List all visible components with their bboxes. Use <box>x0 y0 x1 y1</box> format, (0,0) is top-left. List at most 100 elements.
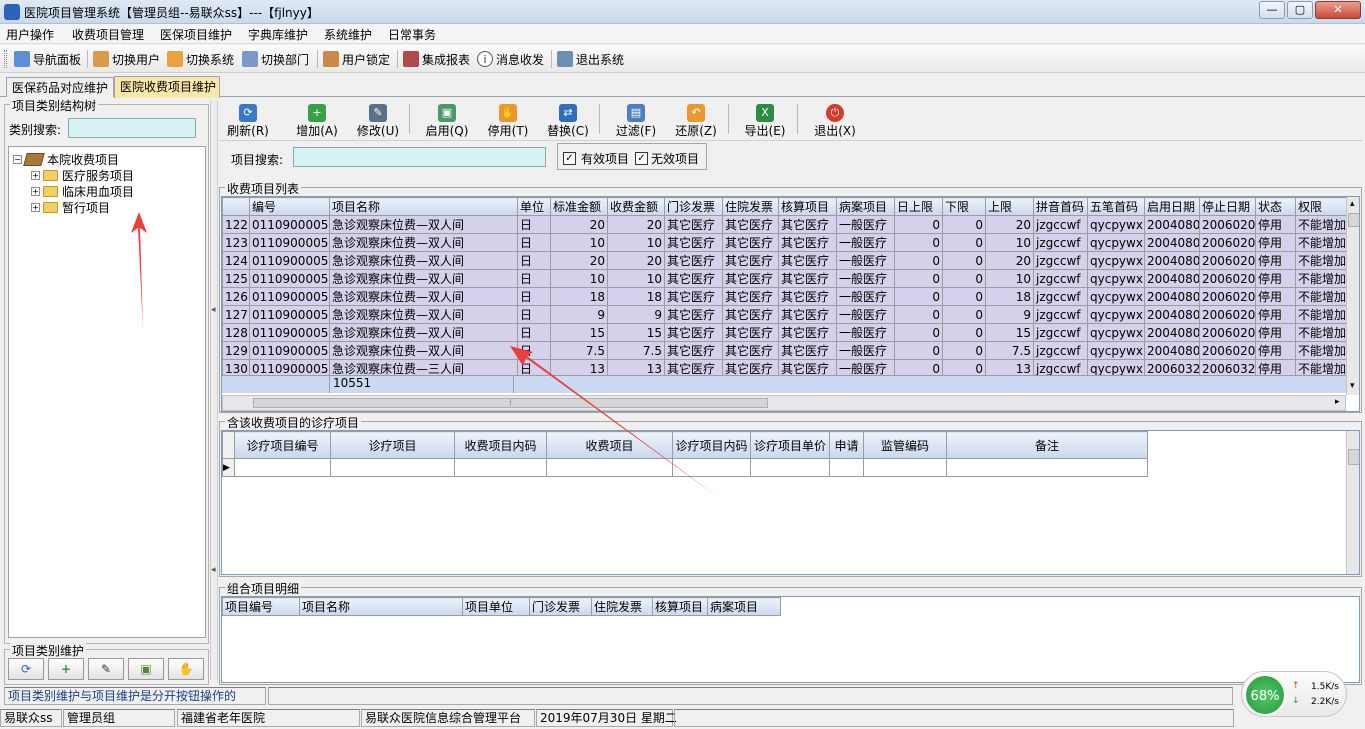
menu-system[interactable]: 系统维护 <box>324 26 372 43</box>
cell-code[interactable]: 01109000051 <box>249 341 330 360</box>
diag-cell[interactable] <box>672 458 751 477</box>
cell-unit[interactable]: 日 <box>517 305 551 324</box>
cell-wb[interactable]: qycpywx <box>1087 251 1145 270</box>
col-header-min[interactable]: 下限 <box>942 197 986 216</box>
cell-ip[interactable]: 其它医疗 <box>722 233 779 252</box>
cell-start[interactable]: 20040801 <box>1144 305 1200 324</box>
cell-daymax[interactable]: 0 <box>894 287 943 306</box>
category-refresh-button[interactable]: ⟳ <box>8 658 44 680</box>
col-header-fee-amount[interactable]: 收费金额 <box>607 197 665 216</box>
cell-wb[interactable]: qycpywx <box>1087 269 1145 288</box>
cell-stop[interactable]: 20060201 <box>1199 251 1256 270</box>
cell-std[interactable]: 20 <box>550 215 608 234</box>
combo-col-op-invoice[interactable]: 门诊发票 <box>529 597 592 616</box>
table-row[interactable]: 123 01109000050 急诊观察床位费—双人间日 10 10 其它医疗 其它医疗 其它… <box>222 233 1347 252</box>
scroll-up-icon[interactable]: ▴ <box>1350 199 1355 209</box>
cell-fee[interactable]: 10 <box>607 269 665 288</box>
cell-perm[interactable]: 不能增加 <box>1295 323 1347 342</box>
category-edit-button[interactable]: ✎ <box>88 658 124 680</box>
cell-acct[interactable]: 其它医疗 <box>778 323 837 342</box>
diag-col-code[interactable]: 诊疗项目编号 <box>234 431 331 459</box>
col-header-case[interactable]: 病案项目 <box>836 197 895 216</box>
diag-cell[interactable] <box>454 458 547 477</box>
diag-cell[interactable] <box>750 458 830 477</box>
combo-col-unit[interactable]: 项目单位 <box>462 597 530 616</box>
cell-case[interactable]: 一般医疗 <box>836 287 895 306</box>
cell-min[interactable]: 0 <box>942 323 986 342</box>
cell-perm[interactable]: 不能增加 <box>1295 215 1347 234</box>
cell-name[interactable]: 急诊观察床位费—双人间 <box>329 305 518 324</box>
cell-max[interactable]: 15 <box>985 323 1034 342</box>
cell-stop[interactable]: 20060201 <box>1199 287 1256 306</box>
cell-start[interactable]: 20040801 <box>1144 251 1200 270</box>
tree-node-temporary[interactable]: + 暂行项目 <box>31 199 110 215</box>
add-button[interactable]: + 增加(A) <box>289 103 345 139</box>
cell-wb[interactable]: qycpywx <box>1087 287 1145 306</box>
cell-unit[interactable]: 日 <box>517 251 551 270</box>
combo-col-case[interactable]: 病案项目 <box>707 597 781 616</box>
cell-op[interactable]: 其它医疗 <box>664 287 723 306</box>
grid-horizontal-scrollbar[interactable]: ⦙ ▸ <box>222 395 1346 411</box>
table-row[interactable]: 124 01109000050 急诊观察床位费—双人间日 20 20 其它医疗 其它医疗 其它… <box>222 251 1347 270</box>
cell-name[interactable]: 急诊观察床位费—双人间 <box>329 323 518 342</box>
cell-acct[interactable]: 其它医疗 <box>778 305 837 324</box>
cell-min[interactable]: 0 <box>942 251 986 270</box>
cell-code[interactable]: 01109000050 <box>249 233 330 252</box>
col-header-perm[interactable]: 权限 <box>1295 197 1347 216</box>
cell-start[interactable]: 20040801 <box>1144 341 1200 360</box>
cell-fee[interactable]: 9 <box>607 305 665 324</box>
cell-state[interactable]: 停用 <box>1255 323 1296 342</box>
cell-fee[interactable]: 18 <box>607 287 665 306</box>
expand-icon[interactable]: + <box>31 202 40 212</box>
cell-case[interactable]: 一般医疗 <box>836 215 895 234</box>
cell-min[interactable]: 0 <box>942 341 986 360</box>
combo-col-ip-invoice[interactable]: 住院发票 <box>591 597 653 616</box>
cell-fee[interactable]: 15 <box>607 323 665 342</box>
tree-root[interactable]: − 本院收费项目 <box>13 151 119 167</box>
enable-button[interactable]: ▣ 启用(Q) <box>419 103 475 139</box>
col-header-day-max[interactable]: 日上限 <box>894 197 943 216</box>
diag-col-price[interactable]: 诊疗项目单价 <box>750 431 830 459</box>
cell-code[interactable]: 01109000050 <box>249 215 330 234</box>
menu-daily[interactable]: 日常事务 <box>388 26 436 43</box>
col-header-wubi[interactable]: 五笔首码 <box>1087 197 1145 216</box>
expand-icon[interactable]: + <box>31 186 40 196</box>
cell-std[interactable]: 7.5 <box>550 341 608 360</box>
tree-node-blood[interactable]: + 临床用血项目 <box>31 183 134 199</box>
cell-wb[interactable]: qycpywx <box>1087 341 1145 360</box>
diag-col-remark[interactable]: 备注 <box>946 431 1148 459</box>
cell-perm[interactable]: 不能增加 <box>1295 251 1347 270</box>
cell-stop[interactable]: 20060201 <box>1199 269 1256 288</box>
diag-col-name[interactable]: 诊疗项目 <box>330 431 455 459</box>
diag-col-apply[interactable]: 申请 <box>829 431 864 459</box>
cell-max[interactable]: 9 <box>985 305 1034 324</box>
cell-max[interactable]: 18 <box>985 287 1034 306</box>
cell-stop[interactable]: 20060201 <box>1199 323 1256 342</box>
diag-cell[interactable] <box>330 458 455 477</box>
cell-py[interactable]: jzgccwf <box>1033 269 1088 288</box>
combo-col-name[interactable]: 项目名称 <box>299 597 463 616</box>
cell-std[interactable]: 18 <box>550 287 608 306</box>
category-add-button[interactable]: + <box>48 658 84 680</box>
cell-name[interactable]: 急诊观察床位费—双人间 <box>329 287 518 306</box>
cell-wb[interactable]: qycpywx <box>1087 305 1145 324</box>
scroll-down-icon[interactable]: ▾ <box>1350 381 1355 391</box>
cell-case[interactable]: 一般医疗 <box>836 323 895 342</box>
cell-code[interactable]: 01109000051 <box>249 269 330 288</box>
scroll-thumb[interactable] <box>1348 213 1359 227</box>
cell-acct[interactable]: 其它医疗 <box>778 251 837 270</box>
cell-daymax[interactable]: 0 <box>894 323 943 342</box>
net-speed-widget[interactable]: 68% ↑ 1.5K/s ↓ 2.2K/s <box>1241 671 1347 717</box>
col-header-acct[interactable]: 核算项目 <box>778 197 837 216</box>
edit-button[interactable]: ✎ 修改(U) <box>350 103 406 139</box>
scroll-thumb[interactable] <box>1348 449 1359 465</box>
cell-start[interactable]: 20040801 <box>1144 233 1200 252</box>
maximize-button[interactable]: ▢ <box>1287 1 1313 19</box>
cell-fee[interactable]: 20 <box>607 215 665 234</box>
tab-charge-items[interactable]: 医院收费项目维护 <box>114 76 220 98</box>
cell-ip[interactable]: 其它医疗 <box>722 341 779 360</box>
table-row[interactable]: 125 01109000051 急诊观察床位费—双人间日 10 10 其它医疗 其它医疗 其它… <box>222 269 1347 288</box>
cell-py[interactable]: jzgccwf <box>1033 251 1088 270</box>
cell-fee[interactable]: 10 <box>607 233 665 252</box>
cell-code[interactable]: 01109000051 <box>249 287 330 306</box>
